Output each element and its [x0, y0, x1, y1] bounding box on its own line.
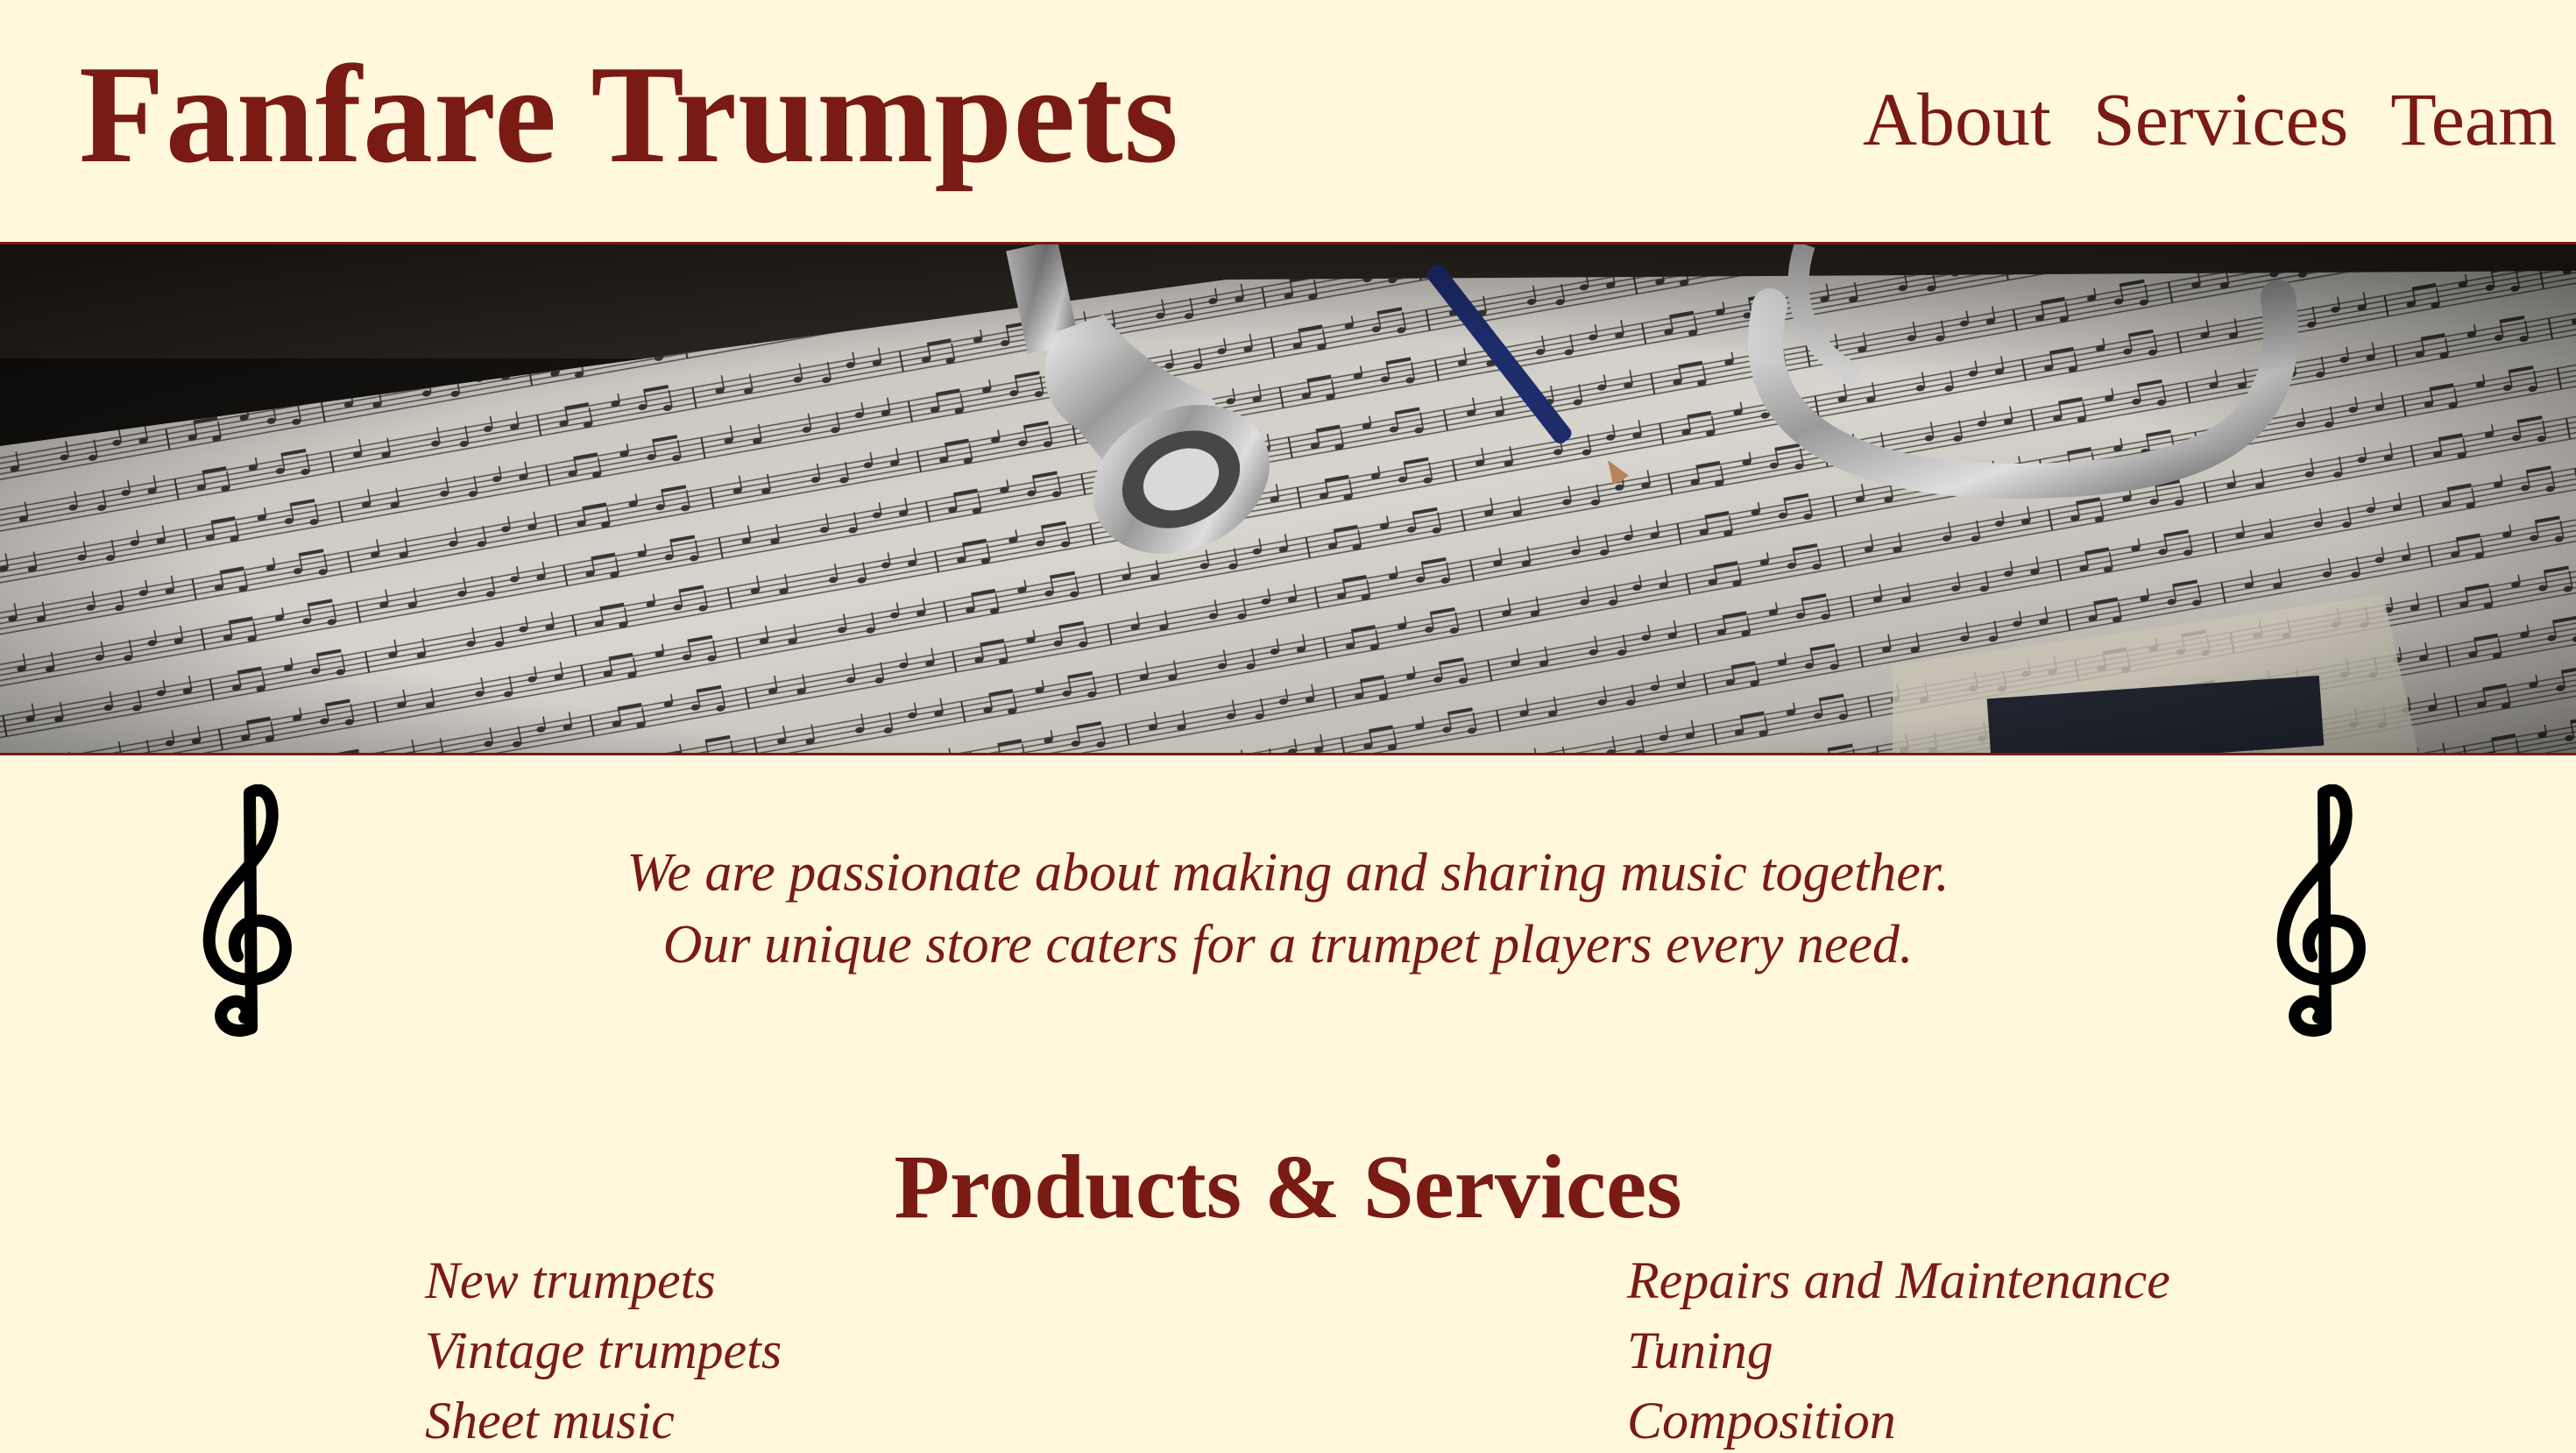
list-item: New trumpets [425, 1251, 716, 1309]
list-item: Tuning [1627, 1322, 1773, 1379]
nav-link-team[interactable]: Team [2390, 75, 2557, 163]
site-title[interactable]: Fanfare Trumpets [79, 35, 1179, 193]
nav-link-services[interactable]: Services [2093, 75, 2348, 163]
list-item: Vintage trumpets [425, 1322, 782, 1379]
list-item: Composition [1627, 1392, 1896, 1449]
nav-link-about[interactable]: About [1863, 75, 2051, 163]
main-nav: About Services Team [1863, 75, 2557, 163]
products-list: New trumpets Vintage trumpets Sheet musi… [425, 1245, 782, 1453]
list-item: Sheet music [425, 1392, 675, 1449]
products-heading: Products & Services [894, 1137, 1682, 1237]
site-header: Fanfare Trumpets About Services Team [0, 0, 2576, 242]
services-list: Repairs and Maintenance Tuning Compositi… [1627, 1245, 2170, 1453]
intro-line-1: We are passionate about making and shari… [626, 843, 1950, 903]
list-item: Repairs and Maintenance [1627, 1251, 2170, 1309]
intro-text: We are passionate about making and shari… [0, 837, 2576, 981]
hero-image [0, 242, 2576, 755]
intro-line-2: Our unique store caters for a trumpet pl… [662, 915, 1914, 975]
